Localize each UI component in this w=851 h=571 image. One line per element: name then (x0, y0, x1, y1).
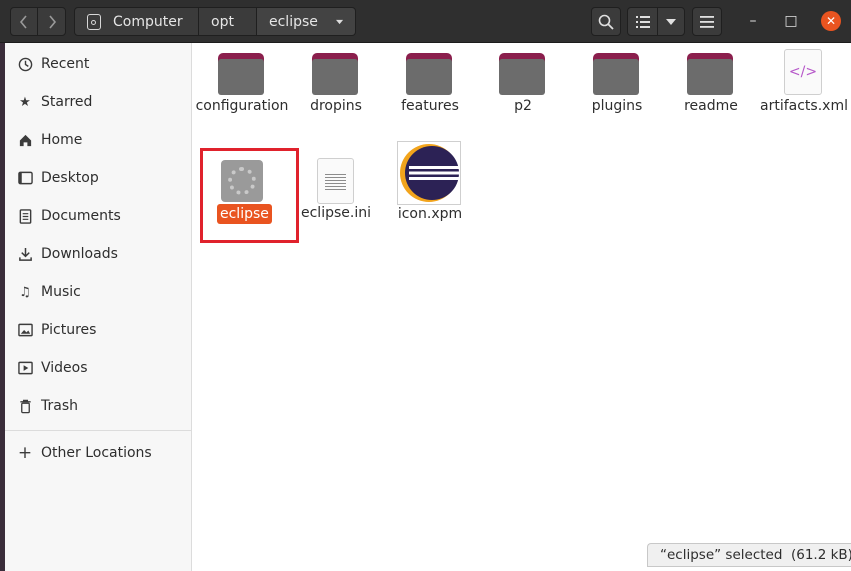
minimize-icon: – (749, 13, 757, 29)
status-bar: “eclipse” selected (61.2 kB) (647, 543, 851, 567)
header-bar: Computer opt eclipse – □ ✕ (0, 0, 851, 43)
sidebar-item-label: Documents (41, 208, 121, 224)
sidebar-item-documents[interactable]: Documents (5, 197, 191, 235)
selection-status: “eclipse” selected (61.2 kB) (660, 547, 851, 563)
forward-button[interactable] (37, 7, 66, 36)
file-item-features[interactable]: features (383, 43, 477, 135)
breadcrumb-label: eclipse (269, 13, 318, 30)
folder-icon (218, 53, 264, 95)
menu-button[interactable] (692, 7, 722, 36)
hamburger-menu-icon (700, 15, 714, 28)
star-icon: ★ (19, 94, 31, 110)
list-view-icon (635, 15, 650, 28)
file-name-selected: eclipse (217, 204, 272, 224)
sidebar-item-label: Desktop (41, 170, 99, 186)
document-icon (17, 208, 33, 224)
breadcrumb-opt[interactable]: opt (199, 7, 257, 36)
sidebar-item-label: Other Locations (41, 445, 152, 461)
close-icon: ✕ (825, 14, 837, 28)
caret-down-icon (666, 18, 676, 25)
plus-icon: + (17, 443, 33, 463)
sidebar: Recent ★ Starred Home Desktop Documents … (5, 43, 192, 571)
file-name: readme (684, 98, 738, 114)
sidebar-item-label: Recent (41, 56, 90, 72)
file-view: configuration dropins features p2 plugin… (192, 43, 851, 571)
sidebar-item-other-locations[interactable]: + Other Locations (5, 434, 191, 472)
folder-icon (687, 53, 733, 95)
file-item-dropins[interactable]: dropins (289, 43, 383, 135)
maximize-icon: □ (784, 13, 798, 29)
file-item-configuration[interactable]: configuration (195, 43, 289, 135)
file-name: p2 (514, 98, 532, 114)
file-name: eclipse.ini (301, 205, 371, 221)
sidebar-divider (5, 430, 191, 431)
sidebar-item-music[interactable]: ♫ Music (5, 273, 191, 311)
chevron-left-icon (19, 14, 27, 29)
sidebar-item-trash[interactable]: Trash (5, 387, 191, 425)
breadcrumb-label: opt (211, 13, 234, 30)
chevron-right-icon (48, 14, 56, 29)
sidebar-item-pictures[interactable]: Pictures (5, 311, 191, 349)
hard-drive-icon (87, 13, 101, 30)
music-icon: ♫ (19, 284, 31, 300)
breadcrumb: Computer opt eclipse (74, 7, 356, 36)
download-icon (17, 246, 33, 262)
trash-icon (17, 398, 33, 414)
sidebar-item-label: Downloads (41, 246, 118, 262)
sidebar-item-recent[interactable]: Recent (5, 45, 191, 83)
video-icon (17, 360, 33, 376)
caret-down-icon (335, 19, 343, 24)
file-item-p2[interactable]: p2 (476, 43, 570, 135)
file-name: features (401, 98, 459, 114)
text-file-icon (317, 158, 354, 204)
file-name: artifacts.xml (760, 98, 848, 114)
sidebar-item-label: Home (41, 132, 83, 148)
gear-icon (228, 167, 256, 195)
sidebar-item-home[interactable]: Home (5, 121, 191, 159)
search-icon (598, 14, 614, 30)
folder-icon (499, 53, 545, 95)
file-manager-window: Computer opt eclipse – □ ✕ Recent ★ Star… (0, 0, 851, 571)
file-name: icon.xpm (397, 206, 463, 222)
minimize-button[interactable]: – (743, 11, 763, 31)
maximize-button[interactable]: □ (781, 11, 801, 31)
home-icon (17, 132, 33, 148)
folder-icon (406, 53, 452, 95)
file-name: dropins (310, 98, 362, 114)
picture-icon (17, 322, 33, 338)
executable-icon (221, 160, 263, 202)
xml-file-icon: </> (784, 49, 822, 95)
image-thumbnail (397, 141, 461, 205)
file-name: plugins (591, 98, 643, 114)
close-button[interactable]: ✕ (821, 11, 841, 31)
file-name: configuration (195, 98, 289, 114)
clock-icon (17, 56, 33, 72)
folder-icon (593, 53, 639, 95)
view-toggle-button[interactable] (627, 7, 658, 36)
file-item-readme[interactable]: readme (664, 43, 758, 135)
file-item-artifacts-xml[interactable]: </> artifacts.xml (757, 43, 851, 135)
sidebar-item-label: Starred (41, 94, 93, 110)
search-button[interactable] (591, 7, 621, 36)
sidebar-item-downloads[interactable]: Downloads (5, 235, 191, 273)
breadcrumb-eclipse[interactable]: eclipse (257, 7, 356, 36)
breadcrumb-computer[interactable]: Computer (74, 7, 199, 36)
sidebar-item-label: Music (41, 284, 81, 300)
sidebar-item-starred[interactable]: ★ Starred (5, 83, 191, 121)
file-item-plugins[interactable]: plugins (570, 43, 664, 135)
desktop-icon (17, 170, 33, 186)
sidebar-item-desktop[interactable]: Desktop (5, 159, 191, 197)
view-options-button[interactable] (657, 7, 685, 36)
sidebar-item-videos[interactable]: Videos (5, 349, 191, 387)
back-button[interactable] (10, 7, 38, 36)
sidebar-item-label: Videos (41, 360, 88, 376)
eclipse-logo-icon (400, 144, 459, 202)
folder-icon (312, 53, 358, 95)
breadcrumb-label: Computer (113, 13, 183, 30)
sidebar-item-label: Trash (41, 398, 78, 414)
sidebar-item-label: Pictures (41, 322, 97, 338)
